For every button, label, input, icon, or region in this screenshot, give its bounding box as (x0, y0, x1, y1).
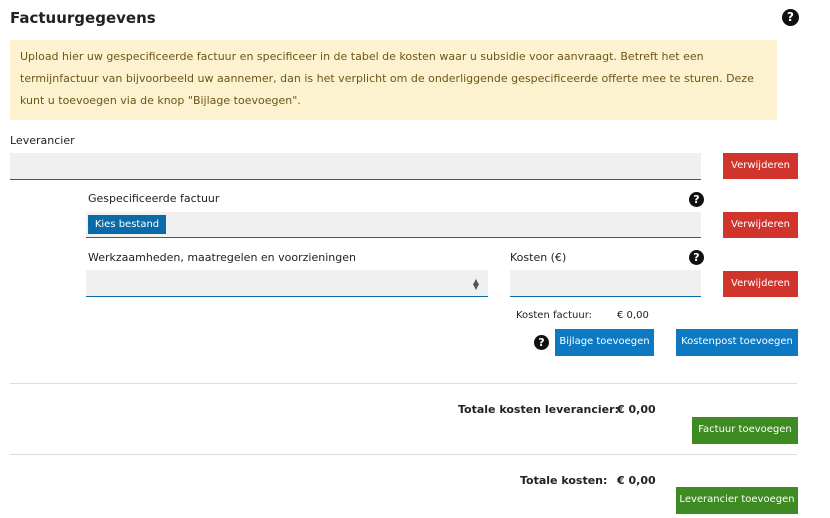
factuur-label: Gespecificeerde factuur (88, 192, 220, 205)
leverancier-remove-button[interactable]: Verwijderen (723, 153, 798, 179)
kosten-input[interactable] (510, 270, 701, 297)
leverancier-input[interactable] (10, 153, 701, 180)
totale-kosten-leverancier-label: Totale kosten leverancier: (458, 403, 619, 416)
totale-kosten-label: Totale kosten: (520, 474, 608, 487)
select-arrows-icon: ▲ ▼ (472, 277, 480, 291)
totale-kosten-leverancier-value: € 0,00 (617, 403, 656, 416)
factuur-remove-button[interactable]: Verwijderen (723, 212, 798, 238)
page-title: Factuurgegevens (10, 9, 156, 27)
factuur-file-field[interactable] (86, 212, 701, 238)
kosten-label: Kosten (€) (510, 251, 567, 264)
bijlage-help-icon[interactable]: ? (534, 335, 549, 350)
factuur-help-icon[interactable]: ? (689, 192, 704, 207)
werkzaamheden-label: Werkzaamheden, maatregelen en voorzienin… (88, 251, 356, 264)
kosten-factuur-label: Kosten factuur: (516, 310, 593, 321)
choose-file-button[interactable]: Kies bestand (88, 215, 166, 234)
kosten-help-icon[interactable]: ? (689, 250, 704, 265)
totale-kosten-value: € 0,00 (617, 474, 656, 487)
kostenpost-remove-button[interactable]: Verwijderen (723, 271, 798, 297)
bijlage-toevoegen-button[interactable]: Bijlage toevoegen (555, 329, 654, 356)
leverancier-toevoegen-button[interactable]: Leverancier toevoegen (676, 487, 798, 514)
werkzaamheden-select[interactable] (86, 270, 488, 297)
help-icon[interactable]: ? (782, 9, 799, 26)
kostenpost-toevoegen-button[interactable]: Kostenpost toevoegen (676, 329, 798, 356)
leverancier-label: Leverancier (10, 134, 75, 147)
factuur-toevoegen-button[interactable]: Factuur toevoegen (692, 417, 798, 444)
notice-text: Upload hier uw gespecificeerde factuur e… (20, 50, 754, 107)
info-notice: Upload hier uw gespecificeerde factuur e… (10, 40, 777, 120)
divider (10, 383, 797, 384)
divider (10, 454, 797, 455)
kosten-factuur-value: € 0,00 (617, 310, 649, 321)
